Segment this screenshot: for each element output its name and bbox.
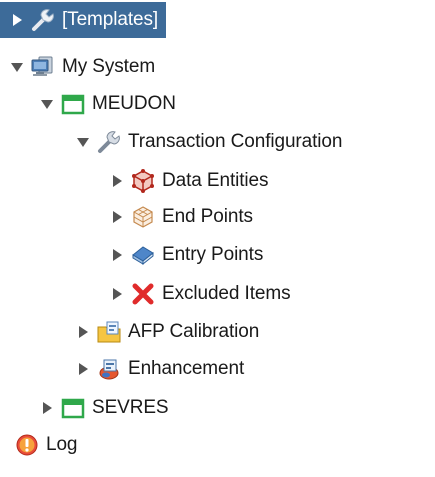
expand-arrow-icon[interactable] <box>110 248 124 262</box>
expand-arrow-icon[interactable] <box>76 325 90 339</box>
expand-arrow-icon[interactable] <box>110 174 124 188</box>
green-folder-icon <box>60 91 86 117</box>
tree-item-label: Transaction Configuration <box>128 131 343 152</box>
expand-arrow-icon[interactable] <box>76 362 90 376</box>
collapse-arrow-icon[interactable] <box>40 97 54 111</box>
tree-item-label: End Points <box>162 206 253 227</box>
warning-icon <box>14 432 40 458</box>
tree-item-end-points[interactable]: End Points <box>0 199 253 235</box>
tree-item-label: Excluded Items <box>162 283 291 304</box>
tree-item-afp-calibration[interactable]: AFP Calibration <box>0 314 259 350</box>
tree-item-label: Enhancement <box>128 358 245 379</box>
wireframe-cube-icon <box>130 204 156 230</box>
wrench-icon <box>30 7 56 33</box>
tree-item-entry-points[interactable]: Entry Points <box>0 237 263 273</box>
book-icon <box>130 242 156 268</box>
tree-item-label: MEUDON <box>92 93 176 114</box>
collapse-arrow-icon[interactable] <box>10 60 24 74</box>
wrench-icon <box>96 129 122 155</box>
tree-item-sevres[interactable]: SEVRES <box>0 390 169 426</box>
red-x-icon <box>130 281 156 307</box>
tree-item-label: My System <box>62 56 156 77</box>
computer-icon <box>30 54 56 80</box>
enhancement-icon <box>96 356 122 382</box>
tree-item-meudon[interactable]: MEUDON <box>0 86 176 122</box>
tree-item-label: Entry Points <box>162 244 264 265</box>
tree-item-label: [Templates] <box>62 9 159 30</box>
calibration-folder-icon <box>96 319 122 345</box>
tree-item-excluded-items[interactable]: Excluded Items <box>0 276 291 312</box>
green-folder-icon <box>60 395 86 421</box>
tree-item-label: Data Entities <box>162 170 269 191</box>
expand-arrow-icon[interactable] <box>40 401 54 415</box>
navigation-tree: [Templates] My System MEUDON Transaction… <box>0 0 435 477</box>
tree-item-templates[interactable]: [Templates] <box>0 2 167 38</box>
expand-arrow-icon[interactable] <box>110 210 124 224</box>
collapse-arrow-icon[interactable] <box>76 135 90 149</box>
red-cube-icon <box>130 168 156 194</box>
tree-item-label: SEVRES <box>92 397 169 418</box>
tree-item-log[interactable]: Log <box>0 427 78 463</box>
tree-item-transaction-configuration[interactable]: Transaction Configuration <box>0 124 342 160</box>
tree-item-label: AFP Calibration <box>128 321 260 342</box>
tree-item-enhancement[interactable]: Enhancement <box>0 351 244 387</box>
tree-item-my-system[interactable]: My System <box>0 49 155 85</box>
tree-item-label: Log <box>46 434 78 455</box>
expand-arrow-icon[interactable] <box>10 13 24 27</box>
expand-arrow-icon[interactable] <box>110 287 124 301</box>
tree-item-data-entities[interactable]: Data Entities <box>0 163 269 199</box>
